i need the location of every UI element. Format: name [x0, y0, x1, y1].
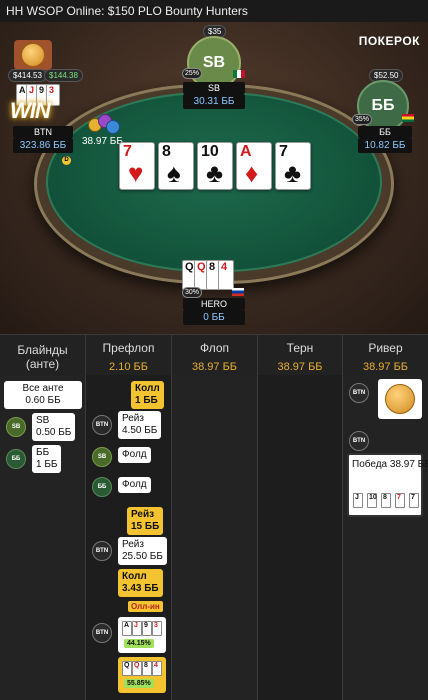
hero-name: HERO: [183, 298, 245, 310]
shown-card: 3: [152, 621, 162, 636]
col-river: [343, 375, 428, 700]
win-result-text: Победа 38.97 ББ: [352, 459, 428, 470]
raise-action: Рейз 4.50 ББ: [118, 411, 162, 439]
btn-name: BTN: [13, 126, 73, 138]
raise-action: Рейз 15 ББ: [127, 507, 164, 535]
ante-entry: Все анте 0.60 ББ: [4, 381, 82, 409]
col-header-blinds: Блайнды (анте): [0, 335, 86, 375]
winning-card: 10: [367, 493, 377, 508]
board-card-suit: ♠: [167, 158, 181, 188]
window-title: HH WSOP Online: $150 PLO Bounty Hunters: [0, 0, 428, 22]
board-card-suit: ♣: [206, 158, 224, 188]
bb-name: ББ: [358, 126, 412, 138]
position-chip-bb: ББ: [92, 477, 112, 497]
position-chip-btn: BTN: [92, 415, 112, 435]
sb-equity-badge: 25%: [182, 68, 203, 79]
shown-card: 4: [152, 661, 162, 676]
col-header-flop: Флоп 38.97 ББ: [172, 335, 258, 375]
col-header-pot: 38.97 ББ: [362, 361, 409, 373]
col-header-preflop: Префлоп 2.10 ББ: [86, 335, 172, 375]
equity-badge: 55.85%: [124, 679, 154, 688]
fold-action: Фолд: [118, 447, 151, 463]
board-card: 7 ♣: [275, 142, 311, 190]
col-header-river: Ривер 38.97 ББ: [343, 335, 428, 375]
board-card-suit: ♣: [284, 158, 302, 188]
sb-blind-entry: SB 0.50 ББ: [32, 413, 76, 441]
hero-stack: 0 ББ: [183, 310, 245, 325]
call-action: Колл 1 ББ: [131, 381, 164, 409]
allin-badge: Олл-ин: [128, 601, 163, 612]
ghana-flag-icon: [402, 114, 414, 122]
col-header-pot: 38.97 ББ: [191, 361, 238, 373]
position-chip-sb: SB: [6, 417, 26, 437]
board-card: 7 ♥: [119, 142, 155, 190]
position-chip-btn: BTN: [92, 541, 112, 561]
position-chip-btn: BTN: [349, 431, 369, 451]
shown-card: 8: [142, 661, 152, 676]
col-header-label: Ривер: [368, 341, 403, 355]
pot-amount: 38.97 ББ: [82, 136, 123, 147]
bb-avatar-label: ББ: [371, 97, 395, 114]
winning-card: J: [353, 493, 363, 508]
winning-card: 8: [381, 493, 391, 508]
col-header-label: Префлоп: [102, 341, 155, 355]
board-card: 10 ♣: [197, 142, 233, 190]
shown-card: Q: [122, 661, 132, 676]
col-header-label: Флоп: [199, 341, 230, 355]
raise-action: Рейз 25.50 ББ: [118, 537, 167, 565]
dealer-button-icon: D: [62, 156, 71, 165]
hero-hole-card: 4: [218, 260, 234, 290]
bb-equity-badge: 35%: [352, 114, 373, 125]
board-card-suit: ♥: [128, 158, 144, 188]
sb-name: SB: [183, 82, 245, 94]
winning-card: 7: [409, 493, 419, 508]
position-chip-btn: BTN: [92, 623, 112, 643]
win-result-box: Победа 38.97 ББ J 10 8 7 7: [347, 453, 428, 517]
brand-logo: ПОКЕРОК: [358, 34, 420, 48]
board-card-suit: ♦: [245, 158, 259, 188]
shown-card: 9: [142, 621, 152, 636]
btn-avatar[interactable]: [14, 40, 52, 70]
sb-stack: 30.31 ББ: [183, 94, 245, 109]
bb-stack: 10.82 ББ: [358, 138, 412, 153]
position-chip-btn: BTN: [349, 383, 369, 403]
win-banner: WIN: [10, 98, 51, 123]
col-header-label: Блайнды (анте): [17, 343, 68, 371]
sb-avatar-label: SB: [202, 54, 226, 71]
shown-card: J: [132, 621, 142, 636]
bb-blind-entry: ББ 1 ББ: [32, 445, 62, 473]
btn-stack: 323.86 ББ: [13, 138, 73, 153]
fold-action: Фолд: [118, 477, 151, 493]
position-chip-sb: SB: [92, 447, 112, 467]
russia-flag-icon: [232, 288, 244, 296]
bounty-coin-icon: [21, 43, 45, 67]
col-header-turn: Терн 38.97 ББ: [258, 335, 343, 375]
col-header-pot: 38.97 ББ: [277, 361, 323, 373]
board-card: A ♦: [236, 142, 272, 190]
shown-card: A: [122, 621, 132, 636]
col-turn: [258, 375, 343, 700]
bounty-won-card: [378, 379, 422, 419]
col-header-label: Терн: [286, 341, 314, 355]
btn-bounty: $414.53: [8, 69, 47, 82]
col-flop: [172, 375, 258, 700]
shown-card: Q: [132, 661, 142, 676]
pot-chip-icon: [106, 120, 120, 134]
mexico-flag-icon: [233, 70, 245, 78]
bounty-coin-icon: [385, 384, 415, 414]
board-card: 8 ♠: [158, 142, 194, 190]
hero-equity-badge: 30%: [182, 287, 203, 298]
equity-badge: 44.15%: [124, 639, 154, 648]
btn-bounty-secondary: $144.38: [44, 69, 83, 82]
winning-card: 7: [395, 493, 405, 508]
hand-history-log: Блайнды (анте) Префлоп 2.10 ББ Флоп 38.9…: [0, 334, 428, 700]
poker-table: ПОКЕРОК $35 SB 25% SB 30.31 ББ $52.50 ББ…: [0, 22, 428, 334]
position-chip-bb: ББ: [6, 449, 26, 469]
col-header-pot: 2.10 ББ: [109, 361, 148, 373]
call-action: Колл 3.43 ББ: [118, 569, 163, 597]
